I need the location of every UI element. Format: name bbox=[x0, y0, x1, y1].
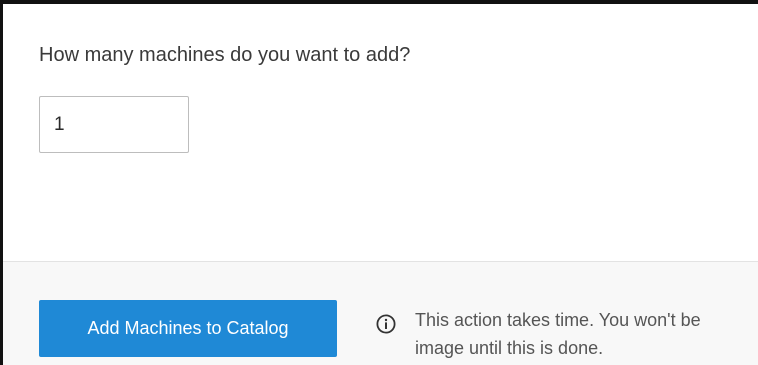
time-warning-line-1: This action takes time. You won't be bbox=[415, 310, 701, 330]
machine-count-section: How many machines do you want to add? bbox=[3, 4, 758, 261]
info-circle-icon bbox=[376, 314, 396, 334]
time-warning-message: This action takes time. You won't be ima… bbox=[415, 306, 758, 362]
dialog-frame: How many machines do you want to add? Ad… bbox=[0, 0, 758, 365]
machine-count-input[interactable] bbox=[39, 96, 189, 153]
add-machines-to-catalog-button[interactable]: Add Machines to Catalog bbox=[39, 300, 337, 357]
dialog-footer: Add Machines to Catalog This action take… bbox=[3, 261, 758, 365]
time-warning-line-2: image until this is done. bbox=[415, 338, 604, 358]
machine-count-question: How many machines do you want to add? bbox=[39, 44, 411, 66]
